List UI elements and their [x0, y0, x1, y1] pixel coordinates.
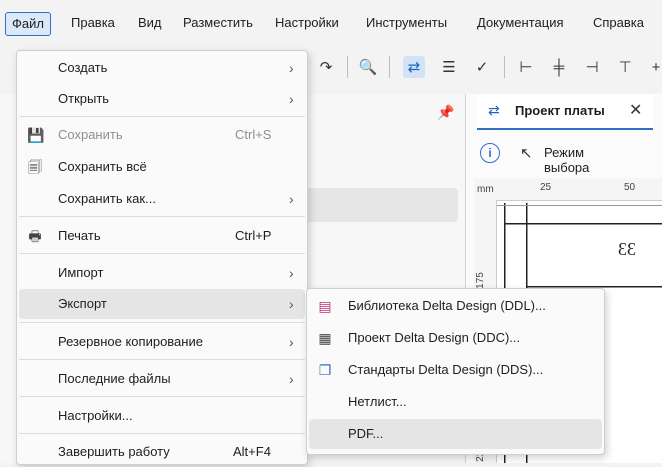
add-icon[interactable]: +: [645, 56, 662, 78]
menu-item-label: Печать: [58, 228, 101, 243]
component-list-icon[interactable]: ☰: [438, 56, 460, 78]
toolbar-separator: [389, 56, 390, 78]
standards-icon: ❐: [318, 362, 332, 378]
chevron-right-icon: ›: [289, 371, 294, 387]
menu-item-label: Проект Delta Design (DDC)...: [348, 330, 521, 345]
menu-item-export-ddc[interactable]: ▦ Проект Delta Design (DDC)...: [309, 323, 602, 353]
menu-item-export-pdf[interactable]: PDF...: [309, 419, 602, 449]
chevron-right-icon: ›: [289, 334, 294, 350]
menu-item-shortcut: Ctrl+P: [235, 228, 272, 243]
menu-separator: [19, 433, 305, 434]
tab-pcb-project[interactable]: ⇄ Проект платы ✕: [477, 94, 653, 130]
menu-item-print[interactable]: 🖶 Печать Ctrl+P: [19, 221, 305, 251]
chevron-right-icon: ›: [289, 265, 294, 281]
menu-place[interactable]: Разместить: [183, 13, 253, 33]
menu-item-save[interactable]: 💾 Сохранить Ctrl+S: [19, 120, 305, 150]
zoom-area-icon[interactable]: 🔍: [357, 56, 379, 78]
menu-item-backup[interactable]: Резервное копирование ›: [19, 327, 305, 357]
menu-item-label: Сохранить: [58, 127, 123, 142]
menu-item-settings[interactable]: Настройки...: [19, 401, 305, 431]
menu-bar: Файл Правка Вид Разместить Настройки Инс…: [0, 0, 662, 44]
align-right-icon[interactable]: ⊣: [581, 56, 603, 78]
menu-item-shortcut: Ctrl+S: [235, 127, 272, 142]
menu-item-label: PDF...: [348, 426, 384, 441]
menu-item-label: Резервное копирование: [58, 334, 203, 349]
menu-item-create[interactable]: Создать ›: [19, 53, 305, 83]
menu-item-export-ddl[interactable]: ▤ Библиотека Delta Design (DDL)...: [309, 291, 602, 321]
menu-item-label: Создать: [58, 60, 108, 75]
info-icon[interactable]: i: [480, 143, 500, 163]
menu-item-export-dds[interactable]: ❐ Стандарты Delta Design (DDS)...: [309, 355, 602, 385]
document-check-icon[interactable]: ✓: [471, 56, 493, 78]
menu-item-open[interactable]: Открыть ›: [19, 84, 305, 114]
align-left-icon[interactable]: ⊢: [515, 56, 537, 78]
menu-item-save-all[interactable]: 🗐 Сохранить всё: [19, 152, 305, 182]
pcb-icon: ⇄: [488, 102, 500, 118]
menu-settings[interactable]: Настройки: [275, 13, 339, 33]
chevron-right-icon: ›: [289, 91, 294, 107]
project-icon: ▦: [318, 330, 332, 346]
cursor-icon: ↖: [520, 145, 533, 162]
menu-separator: [19, 396, 305, 397]
ruler-unit: mm: [477, 184, 494, 195]
tab-title: Проект платы: [515, 103, 605, 118]
menu-item-import[interactable]: Импорт ›: [19, 258, 305, 288]
menu-item-label: Экспорт: [58, 296, 107, 311]
menu-item-label: Библиотека Delta Design (DDL)...: [348, 298, 546, 313]
align-top-icon[interactable]: ⊤: [614, 56, 636, 78]
pin-icon[interactable]: 📌: [437, 104, 454, 121]
chevron-right-icon: ›: [289, 60, 294, 76]
chevron-right-icon: ›: [289, 296, 294, 312]
menu-separator: [19, 322, 305, 323]
menu-item-recent-files[interactable]: Последние файлы ›: [19, 364, 305, 394]
left-panel-selected-row[interactable]: [300, 188, 458, 222]
menu-separator: [19, 116, 305, 117]
save-all-icon: 🗐: [28, 159, 42, 175]
ruler-left-tick-label: 175: [474, 272, 486, 289]
toolbar-separator: [347, 56, 348, 78]
ruler-top-tick-label: 25: [540, 182, 552, 193]
menu-tools[interactable]: Инструменты: [366, 13, 447, 33]
menu-item-label: Нетлист...: [348, 394, 407, 409]
menu-item-export[interactable]: Экспорт ›: [19, 289, 305, 319]
menu-view[interactable]: Вид: [138, 13, 162, 33]
menu-item-label: Настройки...: [58, 408, 133, 423]
menu-item-label: Последние файлы: [58, 371, 171, 386]
ruler-top-tick-label: 50: [624, 182, 636, 193]
redo-icon[interactable]: ↷: [315, 56, 337, 78]
close-icon[interactable]: ✕: [629, 100, 642, 120]
save-icon: 💾: [27, 127, 45, 143]
file-menu: Создать › Открыть › 💾 Сохранить Ctrl+S 🗐…: [16, 50, 308, 465]
toolbar-separator: [504, 56, 505, 78]
chevron-right-icon: ›: [289, 191, 294, 207]
pcb-select-icon[interactable]: ⇄: [403, 56, 425, 78]
printer-icon: 🖶: [28, 228, 42, 244]
library-icon: ▤: [318, 298, 332, 314]
menu-item-save-as[interactable]: Сохранить как... ›: [19, 184, 305, 214]
menu-item-label: Стандарты Delta Design (DDS)...: [348, 362, 544, 377]
menu-separator: [19, 359, 305, 360]
menu-item-label: Сохранить всё: [58, 159, 147, 174]
menu-edit[interactable]: Правка: [71, 13, 115, 33]
menu-separator: [19, 253, 305, 254]
menu-separator: [19, 216, 305, 217]
menu-item-label: Сохранить как...: [58, 191, 156, 206]
canvas-text: 33: [618, 239, 636, 259]
export-submenu: ▤ Библиотека Delta Design (DDL)... ▦ Про…: [306, 288, 605, 455]
mode-label: Режим выбора: [544, 145, 590, 175]
align-center-icon[interactable]: ╪: [548, 56, 570, 78]
menu-file[interactable]: Файл: [5, 12, 51, 36]
menu-documentation[interactable]: Документация: [477, 13, 564, 33]
ruler-top: mm 25 50: [474, 178, 662, 201]
menu-help[interactable]: Справка: [593, 13, 644, 33]
menu-item-label: Открыть: [58, 91, 110, 106]
menu-item-export-netlist[interactable]: Нетлист...: [309, 387, 602, 417]
menu-item-label: Импорт: [58, 265, 104, 280]
